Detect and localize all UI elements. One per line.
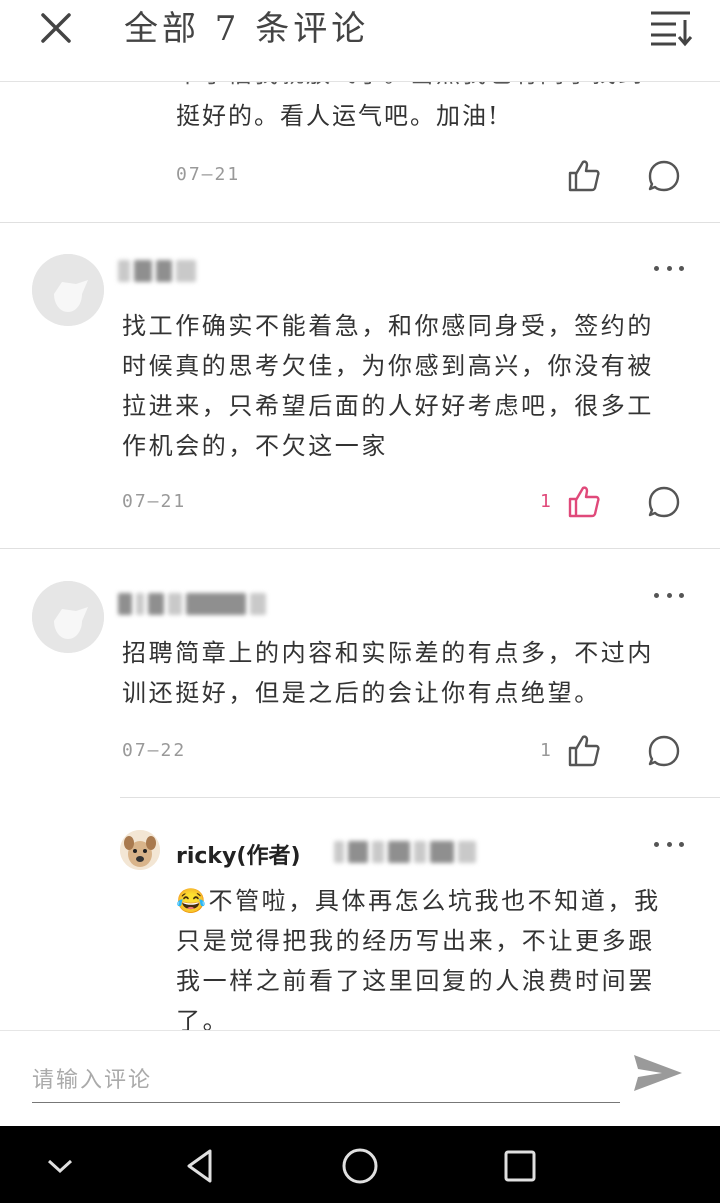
more-options-icon[interactable] <box>654 263 684 273</box>
reply-line: 😂不管啦，具体再怎么坑我也不知道，我 <box>176 887 661 915</box>
reply-button[interactable] <box>644 482 684 522</box>
back-button[interactable] <box>178 1144 222 1188</box>
more-options-icon[interactable] <box>654 590 684 600</box>
reply-text: 😂不管啦，具体再怎么坑我也不知道，我 只是觉得把我的经历写出来，不让更多跟 我一… <box>176 881 661 1030</box>
author-name[interactable]: ricky(作者) <box>176 838 301 870</box>
comment-input-bar <box>0 1030 720 1126</box>
reply-line: 只是觉得把我的经历写出来，不让更多跟 <box>176 927 655 955</box>
hide-keyboard-button[interactable] <box>38 1144 82 1188</box>
comment-line: 拉进来，只希望后面的人好好考虑吧，很多工 <box>122 392 654 420</box>
comment-input[interactable] <box>32 1059 620 1103</box>
top-header: 全部 7 条评论 <box>0 0 720 82</box>
username-blurred[interactable] <box>118 258 196 284</box>
comment-line: 招聘简章上的内容和实际差的有点多，不过内 <box>122 639 654 667</box>
thumbs-up-icon <box>568 486 600 518</box>
like-count: 1 <box>540 491 551 512</box>
more-options-icon[interactable] <box>654 839 684 849</box>
author-avatar[interactable] <box>120 830 160 870</box>
comment-line: 训还挺好，但是之后的会让你有点绝望。 <box>122 679 601 707</box>
comment-text: 找工作确实不能着急，和你感同身受，签约的 时候真的思考欠佳，为你感到高兴，你没有… <box>122 306 654 466</box>
back-triangle-icon <box>187 1149 212 1183</box>
thumbs-up-icon <box>568 735 600 767</box>
reply-button[interactable] <box>644 731 684 771</box>
comment-bubble-icon <box>648 486 680 518</box>
like-count: 1 <box>540 740 551 761</box>
default-avatar-icon <box>32 581 104 653</box>
comment-date: 07—21 <box>122 491 187 512</box>
comment-line: 作机会的，不欠这一家 <box>122 432 388 460</box>
like-button[interactable] <box>564 156 604 196</box>
like-button[interactable] <box>564 731 604 771</box>
close-icon <box>41 13 71 43</box>
dog-avatar-icon <box>120 830 160 870</box>
comment-list[interactable]: 卡了估我就放飞了。当然我也有同学找到 挺好的。看人运气吧。加油! 07—21 找… <box>0 82 720 1030</box>
like-button[interactable] <box>564 482 604 522</box>
comment-date: 07—22 <box>122 740 187 761</box>
page-title: 全部 7 条评论 <box>124 9 370 49</box>
system-navigation-bar <box>0 1126 720 1203</box>
reply-line: 了。 <box>176 1007 230 1030</box>
sort-button[interactable] <box>648 8 694 48</box>
comment-text-cut-line: 卡了估我就放飞了。当然我也有同学找到 <box>176 82 644 94</box>
comment-bubble-icon <box>648 160 680 192</box>
avatar[interactable] <box>32 581 104 653</box>
comment-line: 时候真的思考欠佳，为你感到高兴，你没有被 <box>122 352 654 380</box>
recent-apps-button[interactable] <box>498 1144 542 1188</box>
reply-button[interactable] <box>644 156 684 196</box>
comment-date: 07—21 <box>176 164 241 185</box>
home-circle-icon <box>342 1148 378 1184</box>
divider <box>0 548 720 549</box>
close-button[interactable] <box>36 8 76 48</box>
reply-line: 我一样之前看了这里回复的人浪费时间罢 <box>176 967 655 995</box>
send-icon <box>634 1055 682 1091</box>
default-avatar-icon <box>32 254 104 326</box>
divider <box>0 222 720 223</box>
recent-square-icon <box>504 1150 536 1182</box>
divider <box>120 797 720 798</box>
home-button[interactable] <box>338 1144 382 1188</box>
chevron-down-icon <box>47 1159 73 1174</box>
reply-meta-blurred <box>334 839 476 865</box>
username-blurred[interactable] <box>118 591 266 617</box>
sort-icon <box>651 11 693 47</box>
comment-bubble-icon <box>648 735 680 767</box>
avatar[interactable] <box>32 254 104 326</box>
send-button[interactable] <box>630 1049 690 1101</box>
comment-text: 挺好的。看人运气吧。加油! <box>176 102 500 130</box>
comment-line: 找工作确实不能着急，和你感同身受，签约的 <box>122 312 654 340</box>
thumbs-up-icon <box>568 160 600 192</box>
comment-text: 招聘简章上的内容和实际差的有点多，不过内 训还挺好，但是之后的会让你有点绝望。 <box>122 633 654 713</box>
